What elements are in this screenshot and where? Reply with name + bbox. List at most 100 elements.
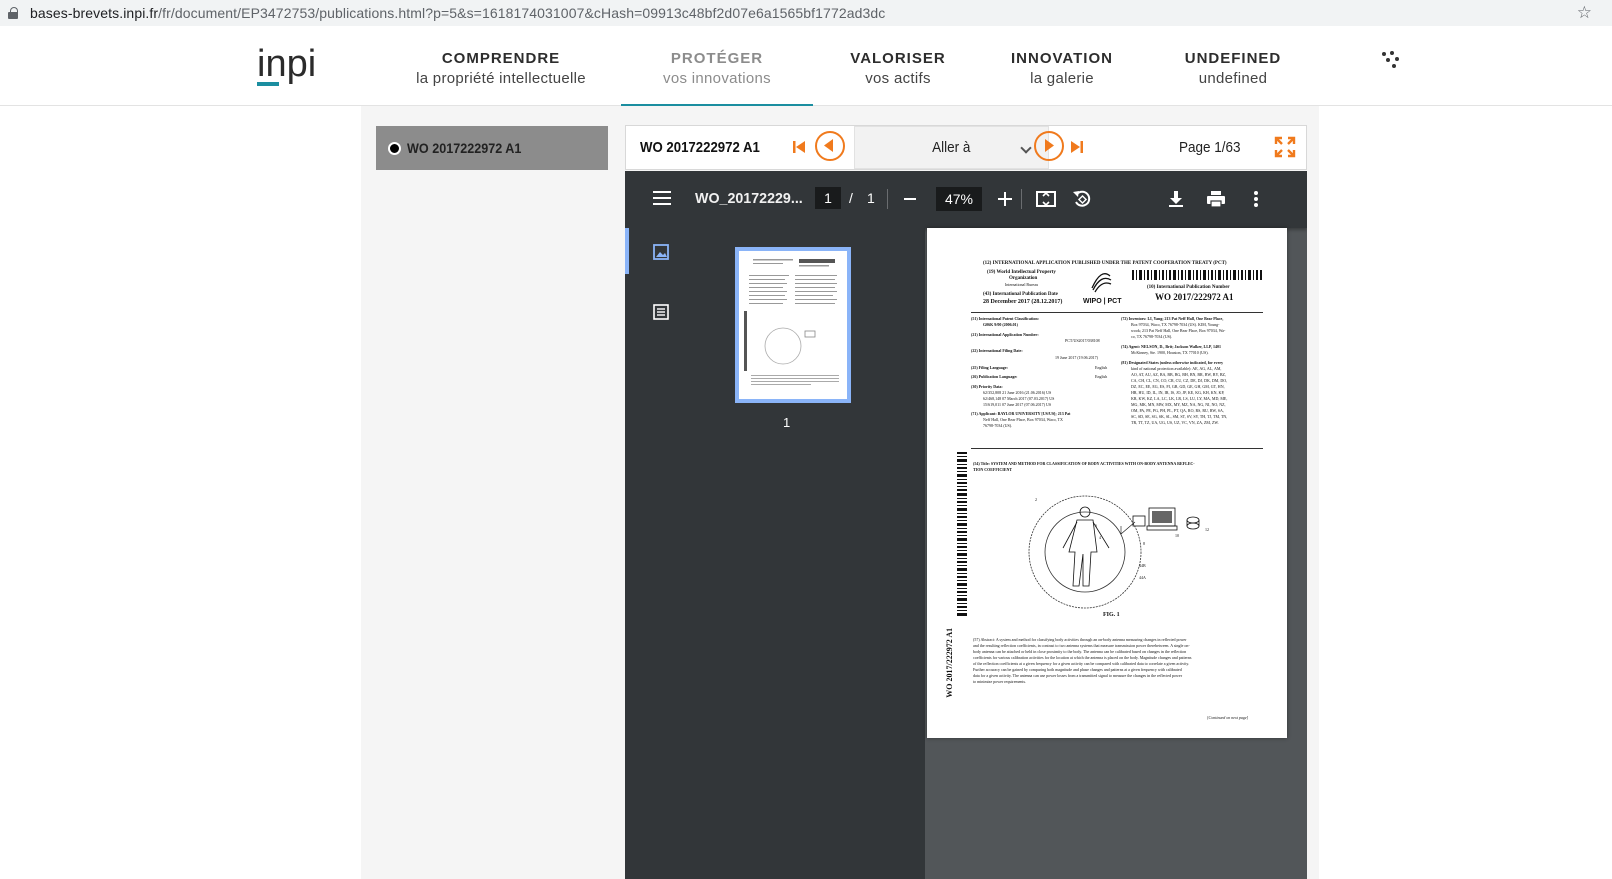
- states-11: TR, TT, TZ, UA, UG, US, UZ, VC, VN, ZA, …: [1131, 420, 1219, 425]
- patent-figure: [1028, 495, 1200, 609]
- nav-subtitle: la galerie: [1030, 70, 1094, 87]
- applicant-3: 76798-7034 (US).: [983, 423, 1013, 428]
- patent-header: (12) INTERNATIONAL APPLICATION PUBLISHED…: [983, 261, 1227, 266]
- wipo-text: WIPO | PCT: [1083, 298, 1122, 305]
- download-icon[interactable]: [1165, 188, 1187, 210]
- fullscreen-icon[interactable]: [1274, 136, 1296, 158]
- active-indicator: [625, 228, 629, 274]
- barcode-side: [957, 452, 967, 616]
- nav-proteger[interactable]: PROTÉGER vos innovations: [621, 26, 813, 107]
- pdf-filename: WO_20172229...: [695, 190, 803, 207]
- triangle-left-icon: [824, 139, 833, 152]
- lang-label: (25) Filing Language:: [971, 365, 1008, 370]
- lock-icon: [8, 7, 18, 19]
- pub-date-label: (43) International Publication Date: [983, 292, 1058, 297]
- lang-value: English: [1095, 365, 1108, 370]
- last-page-icon[interactable]: [1069, 139, 1085, 155]
- thumbnail-pane: 1: [625, 228, 925, 879]
- nav-title: VALORISER: [850, 50, 946, 67]
- viewer-doc-title: WO 2017222972 A1: [640, 139, 760, 156]
- browser-address-bar[interactable]: bases-brevets.inpi.fr/fr/document/EP3472…: [0, 0, 1612, 26]
- fig-label: 10: [1175, 533, 1179, 538]
- fig-label: 8: [1143, 541, 1145, 546]
- barcode-top: [1132, 270, 1262, 280]
- zoom-level[interactable]: 47%: [936, 187, 982, 211]
- fig-label: 44B: [1139, 563, 1146, 568]
- triangle-right-icon: [1045, 139, 1054, 152]
- thumbnails-icon[interactable]: [651, 242, 671, 262]
- priority-3: 15/619,011 07 June 2017 (07.06.2017) US: [983, 402, 1052, 407]
- outline-icon[interactable]: [651, 302, 671, 322]
- appno-value: PCT/US2017/038108: [1065, 338, 1100, 343]
- pdf-page: (12) INTERNATIONAL APPLICATION PUBLISHED…: [927, 228, 1287, 738]
- print-icon[interactable]: [1205, 188, 1227, 210]
- first-page-icon[interactable]: [791, 139, 807, 155]
- nav-title: COMPRENDRE: [441, 50, 561, 67]
- nav-subtitle: undefined: [1198, 70, 1268, 87]
- pdf-toolbar: WO_20172229... / 1 47%: [625, 171, 1307, 228]
- site-header: inpi COMPRENDRE la propriété intellectue…: [0, 26, 1612, 107]
- wipo-logo: [1091, 273, 1112, 293]
- zoom-out-icon[interactable]: [904, 198, 916, 200]
- nav-innovation[interactable]: INNOVATION la galerie: [997, 26, 1127, 106]
- nav-valoriser[interactable]: VALORISER vos actifs: [839, 26, 957, 106]
- pdf-viewer: WO_20172229... / 1 47%: [625, 171, 1307, 879]
- next-page-button[interactable]: [1034, 131, 1064, 161]
- nav-title: UNDEFINED: [1184, 50, 1282, 67]
- publang-value: English: [1095, 374, 1108, 379]
- fig-label: 44A: [1139, 575, 1146, 580]
- publang-label: (26) Publication Language:: [971, 374, 1018, 379]
- goto-label: Aller à: [932, 139, 971, 156]
- toolbar-divider: [1021, 189, 1022, 209]
- nav-comprendre[interactable]: COMPRENDRE la propriété intellectuelle: [405, 26, 597, 106]
- page-thumbnail-preview: [744, 259, 839, 385]
- thumbnail-number: 1: [783, 415, 791, 430]
- radio-selected-icon: [388, 141, 401, 155]
- inpi-logo[interactable]: inpi: [255, 46, 325, 90]
- fig-label: 12: [1205, 527, 1209, 532]
- previous-page-button[interactable]: [815, 131, 845, 161]
- hamburger-menu-icon[interactable]: [653, 191, 671, 205]
- fig-label: 6: [1095, 523, 1097, 528]
- page-separator: /: [849, 190, 853, 206]
- filing-date-value: 19 June 2017 (19.06.2017): [1055, 355, 1098, 360]
- side-pub-number: WO 2017/222972 A1: [945, 627, 955, 698]
- abstract-8: to minimize power requirements.: [973, 679, 1027, 684]
- toolbar-divider: [887, 189, 888, 209]
- pdf-total-pages: 1: [867, 190, 875, 206]
- continued-note: [Continued on next page]: [1207, 715, 1249, 720]
- document-list-item[interactable]: WO 2017222972 A1: [376, 126, 608, 170]
- dots-menu-icon[interactable]: [1380, 50, 1400, 70]
- more-options-icon[interactable]: [1245, 188, 1267, 210]
- divider: [971, 312, 1263, 313]
- pub-no: WO 2017/222972 A1: [1155, 292, 1234, 302]
- bookmark-star-icon[interactable]: ☆: [1577, 3, 1592, 23]
- patent-bureau: International Bureau: [1005, 282, 1038, 287]
- fig-label: 4: [1099, 535, 1101, 540]
- url-text[interactable]: bases-brevets.inpi.fr/fr/document/EP3472…: [30, 5, 885, 21]
- appno-label: (21) International Application Number:: [971, 332, 1039, 337]
- nav-undefined[interactable]: UNDEFINED undefined: [1171, 26, 1295, 106]
- zoom-in-icon[interactable]: [998, 192, 1012, 206]
- document-label: WO 2017222972 A1: [407, 140, 522, 156]
- main-nav: COMPRENDRE la propriété intellectuelle P…: [405, 26, 1295, 107]
- page-thumbnail[interactable]: [735, 247, 851, 403]
- patent-title-2: TION COEFFICIENT: [973, 467, 1013, 472]
- agent-2: McKinney, Ste. 1900, Houston, TX 77010 (…: [1131, 350, 1209, 355]
- divider: [971, 448, 1263, 449]
- fig-caption: FIG. 1: [1103, 612, 1120, 618]
- fig-label: 2: [1035, 497, 1037, 502]
- goto-page-select[interactable]: Aller à: [854, 126, 1049, 169]
- ipc-value: G06K 9/00 (2006.01): [983, 322, 1018, 327]
- inventors-4: co, TX 76798-7034 (US).: [1131, 334, 1173, 339]
- page-indicator: Page 1/63: [1179, 139, 1241, 156]
- nav-subtitle: vos actifs: [865, 70, 931, 87]
- svg-text:inpi: inpi: [257, 46, 316, 85]
- pdf-page-input[interactable]: [815, 187, 841, 209]
- chevron-down-icon: [1020, 142, 1032, 154]
- filing-date-label: (22) International Filing Date:: [971, 348, 1023, 353]
- nav-subtitle: la propriété intellectuelle: [416, 70, 586, 87]
- rotate-icon[interactable]: [1071, 188, 1093, 210]
- pub-no-label: (10) International Publication Number: [1147, 285, 1230, 290]
- fit-page-icon[interactable]: [1035, 188, 1057, 210]
